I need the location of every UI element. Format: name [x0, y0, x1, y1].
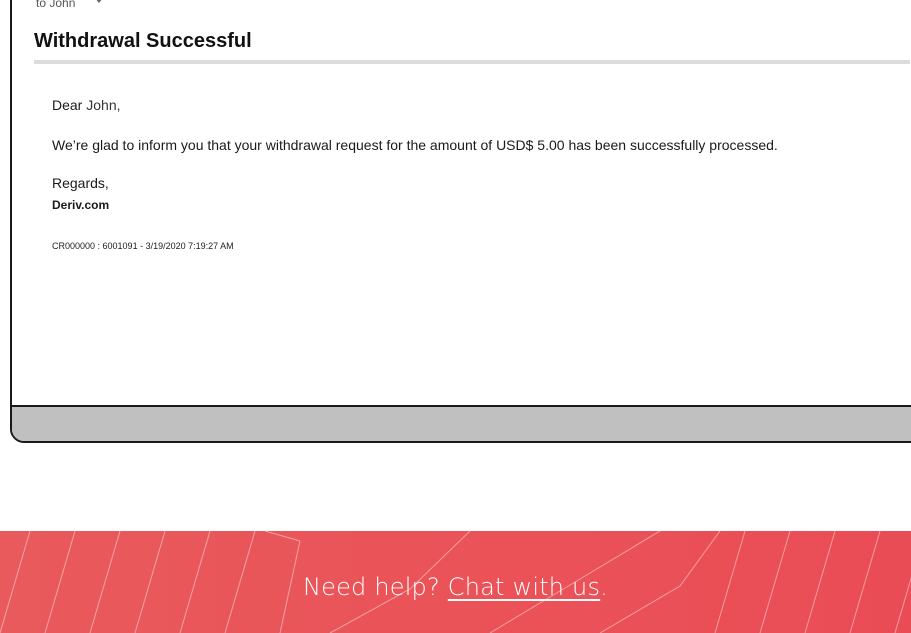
email-preview-frame: to John Withdrawal Successful Dear John,…: [10, 0, 911, 443]
help-question: Need help?: [302, 573, 440, 601]
email-message: We’re glad to inform you that your withd…: [52, 137, 778, 153]
help-banner: Need help? Chat with us.: [0, 531, 911, 633]
email-subject: Withdrawal Successful: [34, 30, 252, 52]
greeting-name: John,: [86, 97, 121, 113]
email-greeting: Dear John,: [52, 97, 121, 113]
chat-with-us-link[interactable]: Chat with us: [448, 573, 600, 601]
recipient-line: to John: [36, 0, 104, 10]
recipient-label: to John: [36, 0, 76, 10]
chevron-down-icon[interactable]: [95, 0, 104, 3]
divider: [34, 60, 910, 64]
frame-footer-bar: [12, 405, 911, 441]
transaction-reference: CR000000 : 6001091 - 3/19/2020 7:19:27 A…: [52, 241, 234, 251]
greeting-prefix: Dear: [52, 97, 83, 113]
help-suffix: .: [600, 573, 609, 601]
email-regards: Regards,: [52, 175, 109, 191]
email-signature: Deriv.com: [52, 198, 110, 212]
help-prompt: Need help? Chat with us.: [0, 573, 911, 601]
